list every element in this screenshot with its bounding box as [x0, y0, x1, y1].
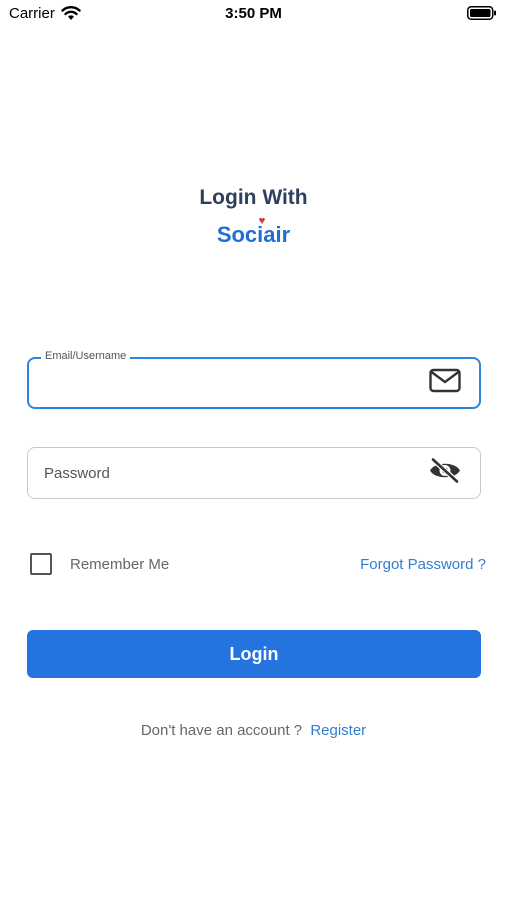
password-input[interactable] [44, 448, 424, 498]
page-title: Login With [199, 186, 308, 209]
email-field[interactable]: Email/Username [27, 350, 481, 409]
brand-logo: Sociair [0, 217, 507, 248]
mail-icon [429, 368, 461, 398]
brand-name: Sociair [216, 222, 291, 247]
register-row: Don't have an account ? Register [0, 722, 507, 739]
email-input[interactable] [44, 359, 424, 407]
remember-me-checkbox[interactable] [30, 553, 52, 575]
battery-icon [467, 6, 497, 20]
status-bar: Carrier 3:50 PM [0, 0, 507, 28]
brand-mark-icon [258, 217, 265, 224]
register-link[interactable]: Register [310, 722, 366, 739]
password-field[interactable] [27, 447, 481, 499]
remember-me[interactable]: Remember Me [30, 553, 169, 575]
eye-off-icon[interactable] [428, 457, 462, 490]
register-prompt: Don't have an account ? [140, 722, 303, 739]
remember-me-label: Remember Me [70, 555, 170, 573]
login-button[interactable]: Login [27, 630, 481, 678]
forgot-password-link[interactable]: Forgot Password ? [360, 556, 486, 573]
status-time: 3:50 PM [225, 5, 282, 22]
